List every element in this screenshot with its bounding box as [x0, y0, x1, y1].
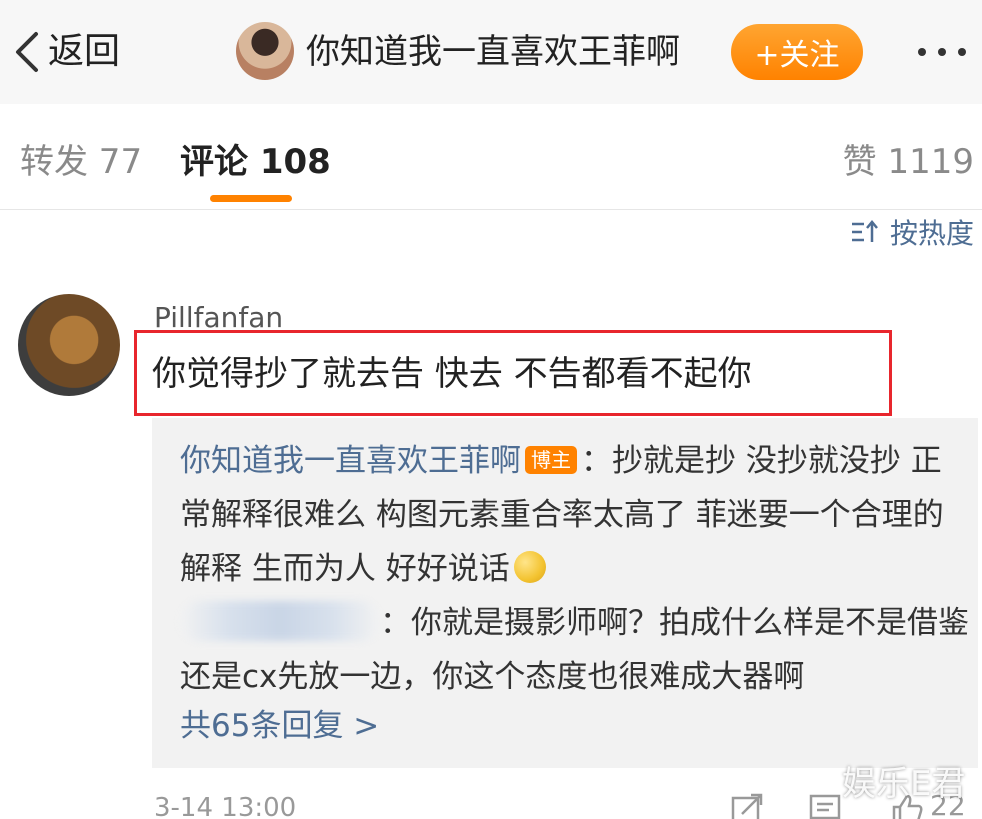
chevron-left-icon — [16, 32, 38, 72]
comment-timestamp: 3-14 13:00 — [154, 793, 297, 819]
commenter-avatar[interactable] — [18, 294, 120, 396]
dot-icon — [918, 48, 926, 56]
tab-like[interactable]: 赞 1119 — [843, 140, 974, 184]
tab-bar: 转发 77 评论 108 赞 1119 — [0, 104, 982, 210]
follow-button[interactable]: +关注 — [731, 24, 863, 80]
reply-panel[interactable]: 你知道我一直喜欢王菲啊 博主 ：抄就是抄 没抄就没抄 正常解释很难么 构图元素重合率… — [152, 418, 978, 768]
comment-icon[interactable] — [808, 792, 842, 819]
reply-author-name[interactable]: 你知道我一直喜欢王菲啊 — [180, 443, 521, 479]
weibo-comment-page: 返回 你知道我一直喜欢王菲啊 +关注 转发 77 评论 108 赞 1119 按… — [0, 0, 982, 819]
watermark: 娱乐E君 — [842, 764, 966, 804]
blurred-author-name — [180, 601, 380, 641]
tab-repost[interactable]: 转发 77 — [20, 140, 142, 184]
view-all-replies-link[interactable]: 共65条回复 > — [180, 704, 379, 748]
active-tab-indicator — [210, 195, 292, 202]
poster-avatar[interactable] — [236, 22, 294, 80]
comment-text: 你觉得抄了就去告 快去 不告都看不起你 — [152, 354, 752, 394]
page-title: 你知道我一直喜欢王菲啊 — [306, 32, 680, 72]
sort-icon — [851, 220, 878, 242]
back-button[interactable]: 返回 — [12, 24, 120, 80]
smiley-emoji-icon — [513, 551, 546, 583]
reply-item: 你知道我一直喜欢王菲啊 博主 ：抄就是抄 没抄就没抄 正常解释很难么 构图元素重合率… — [180, 434, 970, 596]
dot-icon — [938, 48, 946, 56]
reply-item: ：你就是摄影师啊？拍成什么样是不是借鉴还是cx先放一边，你这个态度也很难成大器啊 — [180, 596, 970, 704]
more-options-button[interactable] — [918, 30, 982, 74]
top-nav-bar: 返回 你知道我一直喜欢王菲啊 +关注 — [0, 0, 982, 104]
back-label: 返回 — [48, 31, 121, 72]
tab-comment[interactable]: 评论 108 — [180, 140, 331, 184]
sort-by-hot-button[interactable]: 按热度 — [850, 214, 974, 250]
share-icon[interactable] — [730, 792, 764, 819]
sort-label: 按热度 — [889, 217, 974, 250]
dot-icon — [958, 48, 966, 56]
author-badge: 博主 — [525, 446, 577, 474]
